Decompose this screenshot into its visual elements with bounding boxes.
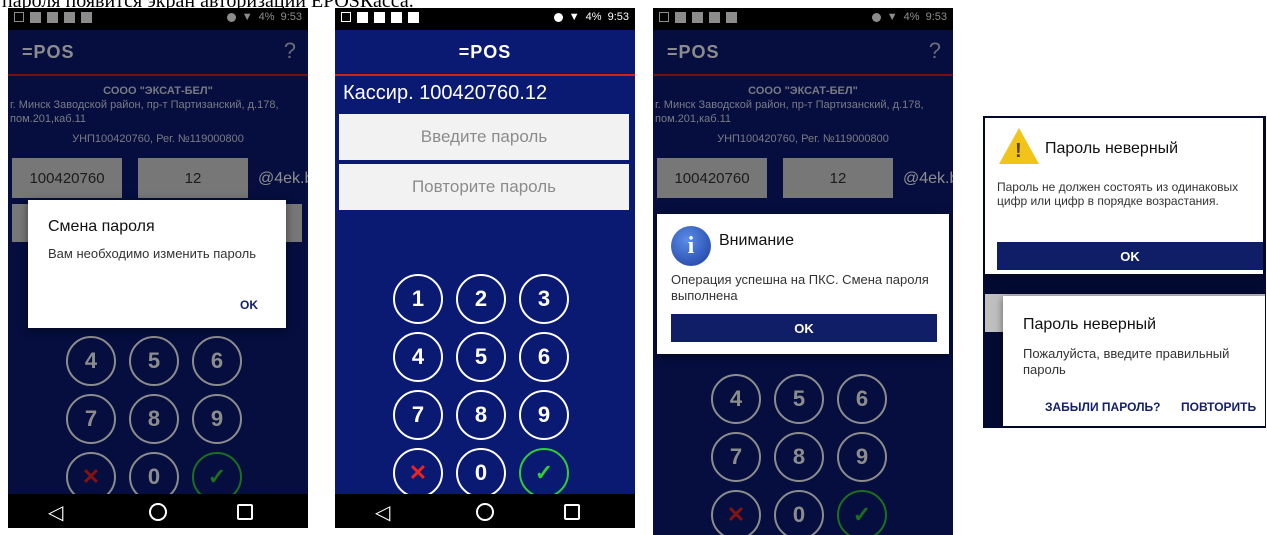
change-password-dialog: Смена пароля Вам необходимо изменить пар… (28, 200, 286, 328)
dialog-title: Смена пароля (48, 218, 155, 235)
dialog-message: Вам необходимо изменить пароль (48, 246, 256, 261)
key-6[interactable]: 6 (519, 332, 569, 382)
home-circle-icon[interactable] (476, 503, 494, 521)
nav-bar: ◁ (8, 494, 308, 528)
back-triangle-icon[interactable]: ◁ (48, 500, 63, 525)
key-7[interactable]: 7 (393, 390, 443, 440)
key-3[interactable]: 3 (519, 274, 569, 324)
key-5[interactable]: 5 (456, 332, 506, 382)
phone-screen-3: ▼ 4% 9:53 =POS ? СООО "ЭКСАТ-БЕЛ" г. Минск… (653, 8, 953, 535)
dialog-title: Пароль неверный (1045, 140, 1179, 157)
invalid-password-dialog-top: ! Пароль неверный Пароль не должен состо… (985, 118, 1263, 274)
ok-button[interactable]: OK (997, 242, 1263, 270)
nav-bar: ◁ (335, 494, 635, 528)
dialog-title: Внимание (719, 232, 795, 249)
dialog-message: Пароль не должен состоять из одинаковых … (997, 180, 1239, 208)
back-triangle-icon[interactable]: ◁ (375, 500, 390, 525)
repeat-password-input[interactable]: Повторите пароль (339, 164, 629, 210)
key-8[interactable]: 8 (456, 390, 506, 440)
recent-square-icon[interactable] (237, 504, 253, 520)
cashier-label: Кассир. 100420760.12 (343, 82, 548, 104)
phone-screen-4: ! Пароль неверный Пароль не должен состо… (983, 116, 1266, 428)
password-input[interactable]: Введите пароль (339, 114, 629, 160)
recent-square-icon[interactable] (564, 504, 580, 520)
key-0[interactable]: 0 (456, 448, 506, 498)
retry-button[interactable]: ПОВТОРИТЬ (1181, 400, 1256, 414)
info-icon: i (671, 226, 711, 266)
key-4[interactable]: 4 (393, 332, 443, 382)
forgot-password-button[interactable]: ЗАБЫЛИ ПАРОЛЬ? (1045, 400, 1160, 414)
key-1[interactable]: 1 (393, 274, 443, 324)
phone-screen-1: ▼ 4% 9:53 =POS ? СООО "ЭКСАТ-БЕЛ" г. Минск… (8, 8, 308, 528)
key-clear[interactable]: ✕ (393, 448, 443, 498)
status-bar: ▼ 4% 9:53 (335, 8, 635, 30)
attention-dialog: i Внимание Операция успешна на ПКС. Смен… (657, 214, 949, 354)
home-circle-icon[interactable] (149, 503, 167, 521)
invalid-password-dialog-bottom: Пароль неверный Пожалуйста, введите прав… (1003, 296, 1265, 426)
dialog-title: Пароль неверный (1023, 316, 1157, 333)
app-header: =POS (335, 30, 635, 76)
ok-button[interactable]: OK (240, 298, 258, 312)
ok-button[interactable]: OK (671, 314, 937, 342)
key-confirm[interactable]: ✓ (519, 448, 569, 498)
dialog-message: Операция успешна на ПКС. Смена пароля вы… (671, 272, 929, 303)
key-9[interactable]: 9 (519, 390, 569, 440)
dialog-message: Пожалуйста, введите правильный пароль (1023, 346, 1230, 377)
phone-screen-2: ▼ 4% 9:53 =POS Кассир. 100420760.12 Введит… (335, 8, 635, 528)
epos-logo: =POS (458, 42, 512, 62)
key-2[interactable]: 2 (456, 274, 506, 324)
